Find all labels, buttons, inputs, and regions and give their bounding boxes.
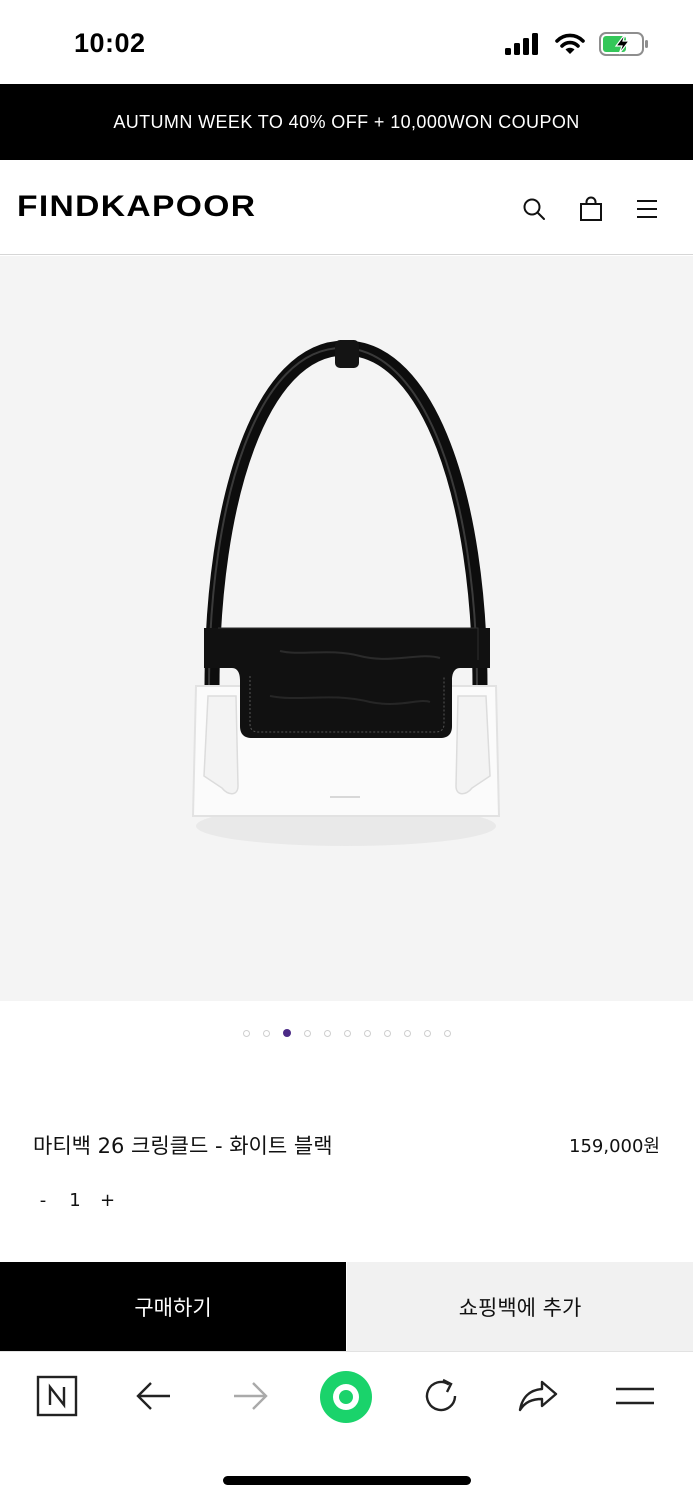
menu-icon[interactable] [634,196,660,222]
carousel-dot-active[interactable] [282,1029,291,1037]
green-dot-home-icon[interactable] [319,1370,373,1424]
brand-logo[interactable]: FINDKAPOOR [17,190,256,224]
carousel-dot[interactable] [242,1029,250,1037]
add-to-bag-label: 쇼핑백에 추가 [458,1295,582,1320]
carousel-dot[interactable] [443,1029,451,1037]
carousel-dot[interactable] [303,1029,311,1037]
carousel-dot[interactable] [363,1029,371,1037]
status-time: 10:02 [74,28,146,58]
quantity-value: 1 [69,1190,81,1211]
carousel-dot[interactable] [383,1029,391,1037]
product-image[interactable] [0,256,693,1001]
quantity-increase-button[interactable]: + [100,1190,115,1211]
battery-charging-icon [599,32,648,56]
carousel-dot[interactable] [403,1029,411,1037]
signal-icon [505,33,538,55]
carousel-dot[interactable] [423,1029,431,1037]
handbag-illustration [191,340,501,846]
back-arrow-icon[interactable] [132,1374,176,1418]
search-icon[interactable] [521,196,547,222]
quantity-decrease-button[interactable]: - [36,1190,50,1211]
home-indicator [223,1476,471,1485]
carousel-dot[interactable] [323,1029,331,1037]
site-header: FINDKAPOOR [0,160,693,255]
hamburger-menu-icon[interactable] [613,1374,657,1418]
buy-now-label: 구매하기 [134,1295,212,1320]
add-to-bag-button[interactable]: 쇼핑백에 추가 [347,1262,693,1351]
promo-banner[interactable]: AUTUMN WEEK TO 40% OFF + 10,000WON COUPO… [0,84,693,160]
product-price: 159,000원 [569,1136,660,1157]
carousel-dot[interactable] [262,1029,270,1037]
buy-now-button[interactable]: 구매하기 [0,1262,346,1351]
naver-n-icon[interactable] [35,1374,79,1418]
product-name: 마티백 26 크링클드 - 화이트 블랙 [33,1134,333,1158]
forward-arrow-icon[interactable] [228,1374,272,1418]
carousel-indicator [0,1026,693,1040]
promo-text: AUTUMN WEEK TO 40% OFF + 10,000WON COUPO… [113,111,580,132]
status-bar: 10:02 [0,0,693,84]
carousel-dot[interactable] [343,1029,351,1037]
reload-icon[interactable] [419,1374,463,1418]
shopping-bag-icon[interactable] [578,196,604,222]
quantity-stepper: - 1 + [36,1190,115,1211]
status-icons [505,32,649,56]
share-icon[interactable] [516,1374,560,1418]
wifi-icon [555,33,585,54]
